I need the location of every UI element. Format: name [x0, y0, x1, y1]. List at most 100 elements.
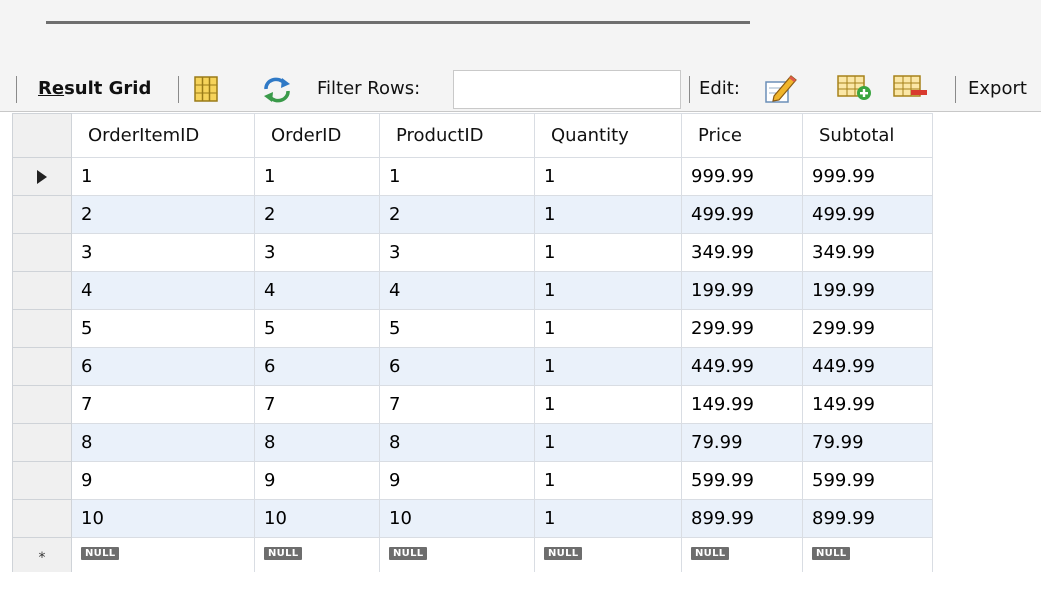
cell-price[interactable]: 599.99 [681, 461, 803, 500]
column-header-price[interactable]: Price [681, 113, 803, 158]
row-selector[interactable] [12, 195, 72, 234]
cell-quantity[interactable]: 1 [534, 271, 682, 310]
cell-price[interactable]: 999.99 [681, 157, 803, 196]
column-header-subtotal[interactable]: Subtotal [802, 113, 933, 158]
cell-orderitemid[interactable]: 1 [71, 157, 255, 196]
cell-orderid[interactable]: 5 [254, 309, 380, 348]
cell-subtotal[interactable]: 499.99 [802, 195, 933, 234]
edit-pencil-icon[interactable] [764, 72, 798, 104]
cell-quantity[interactable]: 1 [534, 195, 682, 234]
table-row[interactable]: 4 4 4 1 199.99 199.99 [12, 271, 933, 310]
delete-row-icon[interactable] [893, 74, 929, 102]
column-header-orderid[interactable]: OrderID [254, 113, 380, 158]
cell-quantity[interactable]: NULL [534, 537, 682, 572]
cell-productid[interactable]: 6 [379, 347, 535, 386]
cell-orderitemid[interactable]: 9 [71, 461, 255, 500]
cell-price[interactable]: 899.99 [681, 499, 803, 538]
cell-quantity[interactable]: 1 [534, 423, 682, 462]
cell-productid[interactable]: 7 [379, 385, 535, 424]
cell-price[interactable]: 79.99 [681, 423, 803, 462]
row-selector[interactable] [12, 499, 72, 538]
cell-price[interactable]: 449.99 [681, 347, 803, 386]
row-selector[interactable] [12, 233, 72, 272]
new-row[interactable]: * NULL NULL NULL NULL NULL NULL [12, 537, 933, 572]
cell-subtotal[interactable]: 149.99 [802, 385, 933, 424]
row-selector[interactable] [12, 157, 72, 196]
cell-orderid[interactable]: 6 [254, 347, 380, 386]
cell-price[interactable]: 149.99 [681, 385, 803, 424]
cell-orderitemid[interactable]: 4 [71, 271, 255, 310]
table-row[interactable]: 10 10 10 1 899.99 899.99 [12, 499, 933, 538]
filter-rows-input[interactable] [453, 70, 681, 109]
cell-productid[interactable]: 8 [379, 423, 535, 462]
cell-price[interactable]: NULL [681, 537, 803, 572]
cell-orderid[interactable]: 7 [254, 385, 380, 424]
export-button[interactable]: Export [968, 78, 1027, 100]
row-selector[interactable] [12, 271, 72, 310]
row-selector[interactable] [12, 385, 72, 424]
table-row[interactable]: 9 9 9 1 599.99 599.99 [12, 461, 933, 500]
cell-quantity[interactable]: 1 [534, 309, 682, 348]
table-row[interactable]: 6 6 6 1 449.99 449.99 [12, 347, 933, 386]
cell-orderitemid[interactable]: 10 [71, 499, 255, 538]
cell-orderitemid[interactable]: 6 [71, 347, 255, 386]
column-header-quantity[interactable]: Quantity [534, 113, 682, 158]
add-row-icon[interactable] [837, 74, 873, 102]
cell-price[interactable]: 349.99 [681, 233, 803, 272]
cell-price[interactable]: 499.99 [681, 195, 803, 234]
cell-orderitemid[interactable]: 2 [71, 195, 255, 234]
row-selector[interactable]: * [12, 537, 72, 572]
cell-price[interactable]: 299.99 [681, 309, 803, 348]
cell-subtotal[interactable]: 349.99 [802, 233, 933, 272]
cell-subtotal[interactable]: 899.99 [802, 499, 933, 538]
cell-quantity[interactable]: 1 [534, 347, 682, 386]
table-row[interactable]: 1 1 1 1 999.99 999.99 [12, 157, 933, 196]
cell-productid[interactable]: 3 [379, 233, 535, 272]
cell-orderitemid[interactable]: NULL [71, 537, 255, 572]
row-selector[interactable] [12, 309, 72, 348]
cell-orderid[interactable]: 4 [254, 271, 380, 310]
cell-orderitemid[interactable]: 7 [71, 385, 255, 424]
cell-subtotal[interactable]: 79.99 [802, 423, 933, 462]
cell-subtotal[interactable]: 449.99 [802, 347, 933, 386]
cell-orderid[interactable]: 9 [254, 461, 380, 500]
row-selector[interactable] [12, 347, 72, 386]
cell-quantity[interactable]: 1 [534, 233, 682, 272]
cell-orderid[interactable]: 8 [254, 423, 380, 462]
result-grid-tab[interactable]: Result Grid [38, 78, 151, 100]
cell-orderitemid[interactable]: 3 [71, 233, 255, 272]
cell-orderid[interactable]: 2 [254, 195, 380, 234]
cell-orderid[interactable]: NULL [254, 537, 380, 572]
table-row[interactable]: 2 2 2 1 499.99 499.99 [12, 195, 933, 234]
cell-productid[interactable]: NULL [379, 537, 535, 572]
cell-orderitemid[interactable]: 8 [71, 423, 255, 462]
grid-view-icon[interactable] [194, 76, 218, 102]
cell-quantity[interactable]: 1 [534, 461, 682, 500]
table-row[interactable]: 7 7 7 1 149.99 149.99 [12, 385, 933, 424]
column-header-orderitemid[interactable]: OrderItemID [71, 113, 255, 158]
cell-productid[interactable]: 2 [379, 195, 535, 234]
table-row[interactable]: 3 3 3 1 349.99 349.99 [12, 233, 933, 272]
table-row[interactable]: 8 8 8 1 79.99 79.99 [12, 423, 933, 462]
cell-subtotal[interactable]: NULL [802, 537, 933, 572]
cell-subtotal[interactable]: 599.99 [802, 461, 933, 500]
cell-productid[interactable]: 1 [379, 157, 535, 196]
row-selector[interactable] [12, 461, 72, 500]
cell-orderid[interactable]: 3 [254, 233, 380, 272]
refresh-arrows-icon[interactable] [262, 77, 292, 103]
cell-orderitemid[interactable]: 5 [71, 309, 255, 348]
table-row[interactable]: 5 5 5 1 299.99 299.99 [12, 309, 933, 348]
cell-quantity[interactable]: 1 [534, 499, 682, 538]
cell-subtotal[interactable]: 999.99 [802, 157, 933, 196]
cell-subtotal[interactable]: 299.99 [802, 309, 933, 348]
cell-productid[interactable]: 9 [379, 461, 535, 500]
cell-subtotal[interactable]: 199.99 [802, 271, 933, 310]
cell-price[interactable]: 199.99 [681, 271, 803, 310]
cell-quantity[interactable]: 1 [534, 157, 682, 196]
row-selector[interactable] [12, 423, 72, 462]
cell-productid[interactable]: 10 [379, 499, 535, 538]
cell-orderid[interactable]: 10 [254, 499, 380, 538]
cell-productid[interactable]: 5 [379, 309, 535, 348]
column-header-productid[interactable]: ProductID [379, 113, 535, 158]
cell-quantity[interactable]: 1 [534, 385, 682, 424]
